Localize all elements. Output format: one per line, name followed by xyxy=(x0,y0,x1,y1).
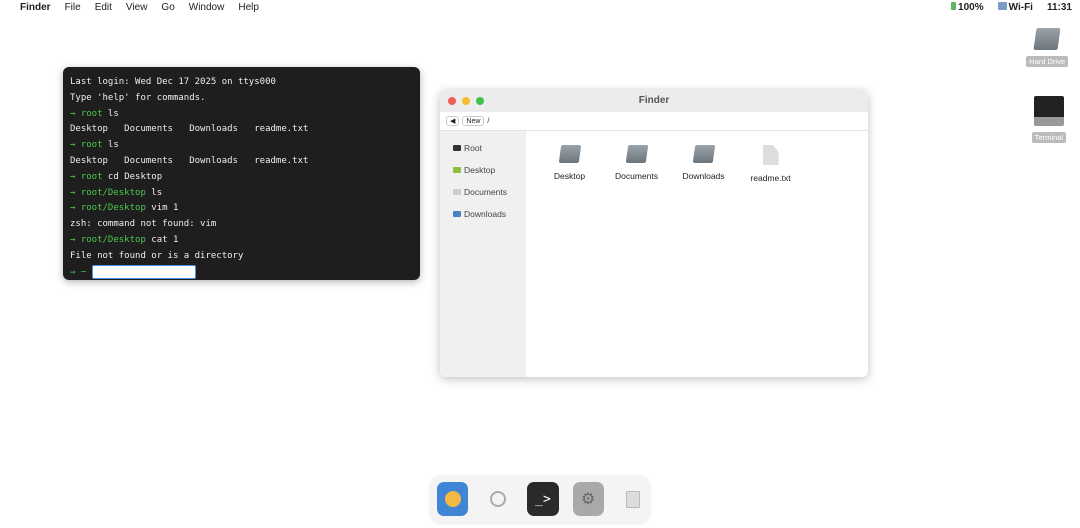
file-label: readme.txt xyxy=(750,173,791,183)
desktop-icon-hard-drive[interactable]: Hard Drive xyxy=(1026,28,1068,67)
menu-edit[interactable]: Edit xyxy=(95,2,112,13)
new-folder-button[interactable]: New Folder xyxy=(462,116,485,126)
terminal-line: Desktop Documents Downloads readme.txt xyxy=(70,122,413,138)
terminal-line: → root ls xyxy=(70,138,413,154)
root-icon xyxy=(453,145,461,151)
close-button[interactable] xyxy=(448,97,456,105)
hard-drive-icon xyxy=(1033,28,1061,50)
line-text: Last login: Wed Dec 17 2025 on ttys000 xyxy=(70,77,276,87)
finder-face-icon xyxy=(444,491,461,507)
sidebar-item-downloads[interactable]: Downloads xyxy=(440,203,526,225)
prompt: → root xyxy=(70,108,103,119)
sidebar-label: Desktop xyxy=(464,165,496,175)
wifi-status[interactable]: Wi-Fi xyxy=(997,1,1033,13)
sidebar-label: Documents xyxy=(464,187,507,197)
menu-go[interactable]: Go xyxy=(161,2,174,13)
sidebar-item-desktop[interactable]: Desktop xyxy=(440,159,526,181)
sidebar-label: Downloads xyxy=(464,209,507,219)
documents-icon xyxy=(453,189,461,195)
line-text: File not found or is a directory xyxy=(70,250,244,261)
folder-icon xyxy=(558,145,581,163)
desktop-icon-terminal[interactable]: Terminal xyxy=(1031,96,1066,143)
desktop-icon xyxy=(453,167,461,173)
battery-status[interactable]: 100% xyxy=(951,1,984,13)
minimize-button[interactable] xyxy=(462,97,470,105)
prompt: → root xyxy=(70,140,103,151)
dock-trash[interactable] xyxy=(618,482,649,516)
compass-icon xyxy=(489,491,506,507)
terminal-line: File not found or is a directory xyxy=(70,249,413,265)
terminal-line: zsh: command not found: vim xyxy=(70,217,413,233)
terminal-input[interactable] xyxy=(91,264,196,279)
window-title: Finder xyxy=(638,95,670,106)
terminal-line: → root cd Desktop xyxy=(70,170,413,186)
menu-window[interactable]: Window xyxy=(189,2,225,13)
dock-finder[interactable] xyxy=(437,482,469,516)
file-item[interactable]: Downloads xyxy=(670,145,737,181)
line-text: vim 1 xyxy=(145,203,179,214)
menu-view[interactable]: View xyxy=(126,2,148,13)
finder-window: Finder ◀ New Folder / Root Desktop Documen… xyxy=(440,90,868,377)
folder-icon xyxy=(625,145,648,163)
line-text: cat 1 xyxy=(145,234,179,245)
terminal-input-line: → ~ xyxy=(70,264,413,281)
line-text: zsh: command not found: vim xyxy=(70,219,217,230)
terminal-line: Type 'help' for commands. xyxy=(70,91,413,107)
clock: 11:31 xyxy=(1046,1,1072,13)
line-text: Type 'help' for commands. xyxy=(70,92,206,103)
downloads-icon xyxy=(453,211,461,217)
trash-icon xyxy=(626,490,641,508)
laptop-icon xyxy=(1033,96,1064,126)
file-label: Desktop xyxy=(553,171,586,181)
finder-toolbar: ◀ New Folder / xyxy=(440,112,868,131)
terminal-line: → root/Desktop vim 1 xyxy=(70,201,413,217)
terminal-line: → root ls xyxy=(70,107,413,123)
prompt: → root/Desktop xyxy=(70,187,146,198)
prompt: → root/Desktop xyxy=(70,203,146,214)
terminal-line: Desktop Documents Downloads readme.txt xyxy=(70,154,413,170)
dock-terminal[interactable]: _> xyxy=(527,482,559,516)
document-icon xyxy=(762,145,779,165)
menu-file[interactable]: File xyxy=(65,2,81,13)
sidebar-item-root[interactable]: Root xyxy=(440,137,526,159)
finder-sidebar: Root Desktop Documents Downloads xyxy=(440,131,526,377)
file-item[interactable]: Desktop xyxy=(536,145,603,181)
menu-finder[interactable]: Finder xyxy=(20,2,51,13)
dock-settings[interactable]: ⚙ xyxy=(572,482,604,516)
wifi-icon xyxy=(997,1,1007,10)
line-text: ls xyxy=(145,187,163,198)
terminal-line: Last login: Wed Dec 17 2025 on ttys000 xyxy=(70,75,413,91)
battery-icon xyxy=(951,1,957,10)
prompt: → root/Desktop xyxy=(70,234,146,245)
sidebar-label: Root xyxy=(464,143,482,153)
line-text: Desktop Documents Downloads readme.txt xyxy=(70,155,309,166)
line-text: ls xyxy=(102,108,119,119)
path-label: / xyxy=(487,117,490,125)
back-button[interactable]: ◀ xyxy=(446,116,460,126)
folder-icon xyxy=(692,145,715,163)
file-item[interactable]: readme.txt xyxy=(737,145,804,183)
file-item[interactable]: Documents xyxy=(603,145,670,181)
finder-titlebar: Finder xyxy=(440,90,868,112)
menu-bar: Finder File Edit View Go Window Help 100… xyxy=(0,0,1080,14)
terminal-window: Last login: Wed Dec 17 2025 on ttys000 Ty… xyxy=(63,67,420,280)
zoom-button[interactable] xyxy=(476,97,484,105)
prompt: → ~ xyxy=(70,267,87,278)
file-label: Downloads xyxy=(682,171,725,181)
terminal-prompt-icon: _> xyxy=(535,491,551,507)
line-text: ls xyxy=(102,140,119,151)
line-text: Desktop Documents Downloads readme.txt xyxy=(70,124,309,135)
prompt: → root xyxy=(70,171,103,182)
terminal-line: → root/Desktop ls xyxy=(70,186,413,202)
file-label: Documents xyxy=(615,171,658,181)
finder-content: Desktop Documents Downloads readme.txt xyxy=(526,131,868,377)
dock: _> ⚙ xyxy=(431,476,649,522)
dock-safari[interactable] xyxy=(482,482,513,516)
line-text: cd Desktop xyxy=(102,171,163,182)
terminal-line: → root/Desktop cat 1 xyxy=(70,233,413,249)
menu-help[interactable]: Help xyxy=(238,2,259,13)
sidebar-item-documents[interactable]: Documents xyxy=(440,181,526,203)
